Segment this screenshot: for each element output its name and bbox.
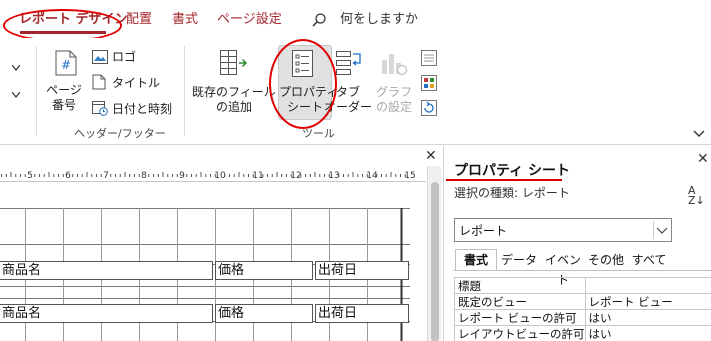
property-name: 既定のビュー bbox=[454, 293, 586, 310]
page-number-label-1[interactable]: ページ bbox=[44, 83, 84, 98]
chevron-down-icon[interactable] bbox=[11, 83, 21, 102]
ruler-label: 11 bbox=[252, 171, 263, 181]
label-product-name-header[interactable]: 商品名 bbox=[0, 261, 213, 280]
ruler-label: 6 bbox=[65, 171, 71, 181]
table-row[interactable]: レポート ビューの許可 はい bbox=[454, 309, 711, 326]
property-sheet-icon[interactable] bbox=[292, 50, 316, 82]
object-selector-value: レポート bbox=[459, 224, 508, 238]
property-sheet-pane: ✕ プロパティ シート 選択の種類: レポート A Z↓ レポート 書式 データ … bbox=[443, 146, 711, 341]
tab-other-props[interactable]: その他 bbox=[586, 249, 626, 271]
tab-order-label-1[interactable]: タブ bbox=[328, 85, 368, 100]
ruler-label: 13 bbox=[328, 171, 339, 181]
date-time-label[interactable]: 日付と時刻 bbox=[112, 102, 172, 117]
convert-icon[interactable] bbox=[421, 100, 437, 120]
add-existing-fields-icon[interactable] bbox=[220, 50, 248, 80]
horizontal-ruler: 5 6 7 8 9 10 11 12 13 14 15 bbox=[0, 168, 426, 182]
page-number-label-2[interactable]: 番号 bbox=[44, 98, 84, 113]
tab-format[interactable]: 書式 bbox=[172, 12, 198, 28]
ruler-label: 10 bbox=[214, 171, 226, 181]
table-row[interactable]: レイアウトビューの許可 はい bbox=[454, 325, 711, 341]
property-value[interactable] bbox=[584, 277, 711, 294]
close-icon[interactable]: ✕ bbox=[697, 152, 709, 166]
property-grid: 標題 既定のビュー レポート ビュー レポート ビューの許可 はい レイアウトビ… bbox=[454, 277, 711, 341]
chevron-down-icon[interactable] bbox=[653, 221, 669, 239]
report-design-area: ✕ 5 6 7 8 9 10 11 12 13 14 15 商品名 価格 出荷日 商品名 価格 bbox=[0, 146, 441, 341]
annotation-underline bbox=[446, 179, 562, 181]
tell-me-search[interactable]: 何をしますか bbox=[340, 12, 418, 28]
textbox-ship-date[interactable]: 出荷日 bbox=[315, 304, 409, 323]
textbox-price[interactable]: 価格 bbox=[215, 304, 313, 323]
small-tool-icon[interactable] bbox=[421, 50, 437, 70]
tab-order-label-2[interactable]: オーダー bbox=[324, 100, 372, 115]
title-label[interactable]: タイトル bbox=[112, 76, 160, 91]
date-time-icon[interactable] bbox=[92, 100, 108, 120]
active-tab-underline bbox=[20, 31, 106, 34]
design-grid: 商品名 価格 出荷日 商品名 価格 出荷日 bbox=[0, 208, 410, 341]
ribbon-tab-bar: レポート デザイン 配置 書式 ページ設定 何をしますか bbox=[0, 0, 711, 42]
tab-event-props[interactable]: イベント bbox=[541, 249, 585, 287]
tab-page-setup[interactable]: ページ設定 bbox=[217, 12, 282, 28]
collapse-ribbon-icon[interactable] bbox=[693, 123, 705, 142]
chevron-down-icon[interactable] bbox=[11, 56, 21, 75]
code-icon[interactable] bbox=[421, 75, 437, 95]
header-footer-group-label: ヘッダー/フッター bbox=[74, 127, 166, 140]
scrollbar-thumb[interactable] bbox=[431, 182, 439, 341]
chart-settings-label-2: の設定 bbox=[375, 100, 412, 114]
property-sheet-label-1[interactable]: プロパティ bbox=[279, 85, 338, 100]
vertical-scrollbar[interactable] bbox=[427, 166, 441, 341]
ruler-label: 15 bbox=[404, 171, 415, 181]
tab-arrange[interactable]: 配置 bbox=[126, 12, 152, 28]
tab-format-props[interactable]: 書式 bbox=[455, 249, 497, 271]
page-number-icon[interactable]: # bbox=[55, 50, 77, 80]
label-price-header[interactable]: 価格 bbox=[215, 261, 313, 280]
property-value[interactable]: レポート ビュー bbox=[584, 293, 711, 310]
chart-settings-icon bbox=[380, 50, 408, 80]
tools-group-label: ツール bbox=[302, 127, 335, 140]
property-value[interactable]: はい bbox=[584, 309, 711, 326]
table-row[interactable]: 既定のビュー レポート ビュー bbox=[454, 293, 711, 310]
ruler-label: 5 bbox=[27, 171, 33, 181]
property-name: レイアウトビューの許可 bbox=[454, 325, 586, 341]
textbox-product-name[interactable]: 商品名 bbox=[0, 304, 213, 323]
tab-all-props[interactable]: すべて bbox=[628, 249, 670, 271]
svg-text:#: # bbox=[61, 58, 71, 72]
property-name: レポート ビューの許可 bbox=[454, 309, 586, 326]
close-icon[interactable]: ✕ bbox=[425, 149, 437, 163]
ruler-label: 9 bbox=[179, 171, 185, 181]
add-existing-fields-label-1[interactable]: 既存のフィールド bbox=[192, 85, 288, 100]
tab-order-icon[interactable] bbox=[336, 50, 364, 80]
tab-data-props[interactable]: データ bbox=[498, 249, 540, 271]
ruler-ticks: 5 6 7 8 9 10 11 12 13 14 15 bbox=[1, 171, 416, 181]
ruler-label: 8 bbox=[141, 171, 147, 181]
title-icon[interactable] bbox=[92, 74, 106, 94]
property-sheet-title: プロパティ シート bbox=[454, 163, 571, 179]
sort-az-icon[interactable]: A Z↓ bbox=[688, 185, 705, 206]
add-existing-fields-label-2[interactable]: の追加 bbox=[192, 100, 276, 115]
property-value[interactable]: はい bbox=[584, 325, 711, 341]
ruler-label: 7 bbox=[103, 171, 109, 181]
logo-icon[interactable] bbox=[92, 49, 108, 68]
ribbon: # ページ 番号 ロゴ タイトル 日付と時刻 ヘッダー/フッター 既存のフィール… bbox=[0, 38, 711, 145]
selection-type-label: 選択の種類: レポート bbox=[454, 186, 570, 200]
group-separator bbox=[184, 46, 185, 136]
group-separator bbox=[36, 46, 37, 136]
ruler-label: 14 bbox=[366, 171, 378, 181]
table-row[interactable]: 標題 bbox=[454, 277, 711, 294]
label-ship-date-header[interactable]: 出荷日 bbox=[315, 261, 409, 280]
object-selector-combo[interactable]: レポート bbox=[454, 218, 672, 242]
chart-settings-label-1: グラフ bbox=[375, 85, 412, 99]
ruler-label: 12 bbox=[290, 171, 301, 181]
logo-label[interactable]: ロゴ bbox=[112, 50, 136, 65]
tab-divider bbox=[454, 270, 711, 271]
property-name: 標題 bbox=[454, 277, 586, 294]
tab-report-design[interactable]: レポート デザイン bbox=[19, 12, 128, 28]
search-icon[interactable] bbox=[311, 12, 327, 32]
